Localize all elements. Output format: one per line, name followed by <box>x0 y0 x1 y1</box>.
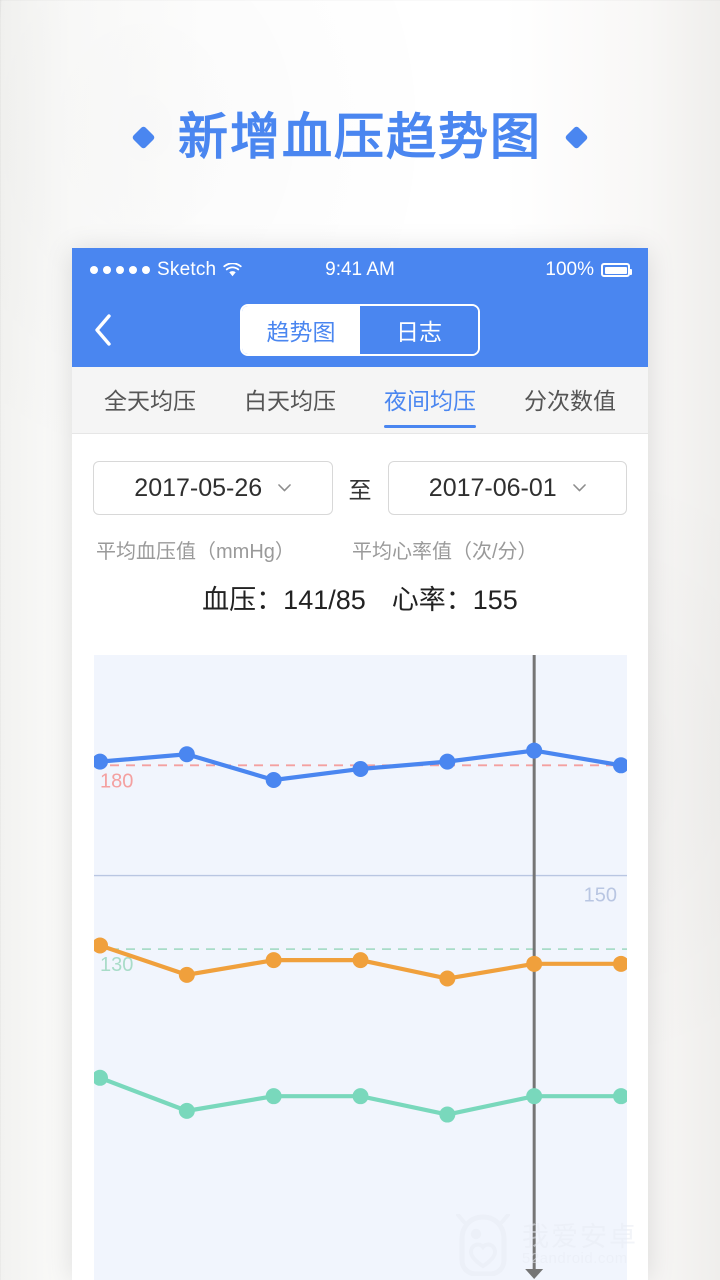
nav-bar: 趋势图 日志 <box>72 292 648 367</box>
chart-reference-label: 130 <box>100 954 133 976</box>
chart-data-point[interactable] <box>178 1102 195 1119</box>
status-bar-right: 100% <box>545 259 632 281</box>
signal-dots-icon <box>90 266 150 274</box>
chart-data-point[interactable] <box>439 1106 456 1123</box>
bp-value: 血压：141/85 <box>202 585 366 615</box>
chart-data-point[interactable] <box>265 1088 282 1105</box>
diamond-bullet-right-icon <box>564 124 589 150</box>
chart-reference-label: 150 <box>584 885 617 907</box>
chart-cursor-handle[interactable] <box>525 1269 544 1279</box>
metric-value-row: 血压：141/85 心率：155 <box>72 564 648 617</box>
chart-data-point[interactable] <box>94 1069 108 1086</box>
hr-value: 心率：155 <box>391 585 518 615</box>
chart-data-point[interactable] <box>526 955 543 972</box>
wifi-icon <box>223 262 242 276</box>
bp-trend-chart[interactable]: 180 130 150 <box>94 655 627 1280</box>
chart-data-point[interactable] <box>613 1088 627 1105</box>
chart-data-point[interactable] <box>352 1088 369 1105</box>
chart-data-point[interactable] <box>613 955 627 972</box>
chart-data-point[interactable] <box>439 970 456 987</box>
bp-unit-label: 平均血压值（mmHg） <box>96 541 295 563</box>
date-separator-label: 至 <box>348 477 372 503</box>
tab-all-day[interactable]: 全天均压 <box>102 372 198 428</box>
segmented-control: 趋势图 日志 <box>240 303 480 356</box>
date-range-row: 2017-05-26 至 2017-06-01 <box>72 434 648 515</box>
date-end-value: 2017-06-01 <box>428 473 557 502</box>
chart-data-point[interactable] <box>613 757 627 774</box>
back-button[interactable] <box>72 292 134 367</box>
metric-label-row: 平均血压值（mmHg） 平均心率值（次/分） <box>72 515 648 564</box>
chart-canvas: 180 130 150 <box>94 655 627 1279</box>
battery-percent-label: 100% <box>545 259 594 280</box>
segment-trend[interactable]: 趋势图 <box>242 305 360 354</box>
chart-data-point[interactable] <box>352 952 369 969</box>
tab-segmented-values[interactable]: 分次数值 <box>522 372 618 428</box>
date-end-select[interactable]: 2017-06-01 <box>387 461 627 515</box>
chart-data-point[interactable] <box>178 966 195 983</box>
chart-data-point[interactable] <box>265 952 282 969</box>
chart-data-point[interactable] <box>526 742 543 759</box>
segment-log[interactable]: 日志 <box>360 305 478 354</box>
headline-text: 新增血压趋势图 <box>178 109 542 165</box>
chart-data-point[interactable] <box>265 772 282 788</box>
date-start-value: 2017-05-26 <box>134 473 263 502</box>
chart-reference-label: 180 <box>100 770 133 792</box>
chart-data-point[interactable] <box>526 1088 543 1105</box>
carrier-label: Sketch <box>157 259 217 280</box>
chart-data-point[interactable] <box>439 753 456 770</box>
diamond-bullet-left-icon <box>131 124 156 150</box>
tab-daytime[interactable]: 白天均压 <box>242 372 338 428</box>
battery-icon <box>601 263 632 277</box>
hr-unit-label: 平均心率值（次/分） <box>352 541 538 563</box>
chevron-left-icon <box>95 313 111 346</box>
chevron-down-icon <box>278 484 291 492</box>
date-start-select[interactable]: 2017-05-26 <box>93 461 333 515</box>
chart-data-point[interactable] <box>178 746 195 763</box>
promo-headline: 新增血压趋势图 <box>0 112 720 162</box>
chart-data-point[interactable] <box>352 760 369 777</box>
tab-bar: 全天均压 白天均压 夜间均压 分次数值 <box>72 367 648 434</box>
chart-data-point[interactable] <box>94 937 108 954</box>
status-bar-left: Sketch <box>90 259 242 281</box>
chart-data-point[interactable] <box>94 753 108 770</box>
chevron-down-icon <box>572 484 586 492</box>
phone-screen: Sketch 9:41 AM 100% 趋势图 日志 全天均压 白天均压 夜间均 <box>72 248 648 1280</box>
tab-nighttime[interactable]: 夜间均压 <box>382 372 478 428</box>
status-bar: Sketch 9:41 AM 100% <box>72 248 648 292</box>
